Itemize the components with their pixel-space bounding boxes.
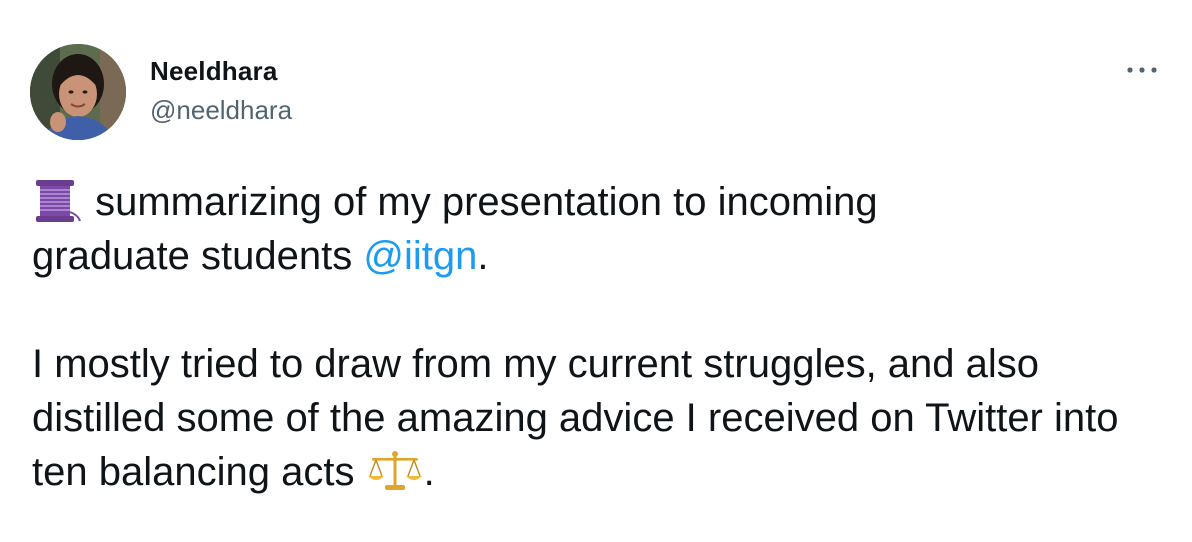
tweet-paragraph-2-text: I mostly tried to draw from my current s… — [32, 342, 1119, 494]
balance-scale-emoji — [366, 449, 424, 493]
tweet-line-2-end: . — [477, 234, 489, 278]
author-handle[interactable]: @neeldhara — [150, 95, 292, 126]
tweet-paragraph-1: summarizing of my presentation to incomi… — [32, 175, 1172, 283]
tweet-card: Neeldhara @neeldhara summarizing of my p… — [0, 0, 1192, 542]
avatar-image — [30, 44, 126, 140]
more-options-button[interactable] — [1120, 56, 1164, 84]
tweet-line-2: graduate students — [32, 234, 364, 278]
tweet-text: summarizing of my presentation to incomi… — [32, 175, 1172, 499]
tweet-paragraph-2-end: . — [423, 450, 435, 494]
tweet-paragraph-2: I mostly tried to draw from my current s… — [32, 337, 1172, 499]
avatar[interactable] — [30, 44, 126, 140]
tweet-line-1: summarizing of my presentation to incomi… — [84, 180, 878, 224]
thread-spool-emoji — [32, 179, 84, 223]
author-name[interactable]: Neeldhara — [150, 56, 278, 87]
more-dots-icon — [1127, 67, 1157, 73]
mention-link[interactable]: @iitgn — [363, 234, 477, 278]
